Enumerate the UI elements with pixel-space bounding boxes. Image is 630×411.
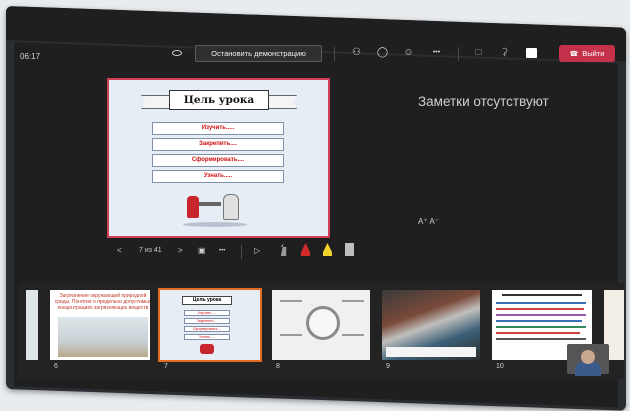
prev-slide-button[interactable]: < (117, 245, 122, 257)
slide-item: Узнать..... (152, 170, 284, 183)
grid-view-icon[interactable]: ▣ (198, 245, 206, 257)
toolbar-divider (334, 47, 335, 61)
avatar-body (575, 362, 601, 376)
current-slide: Цель урока Изучить..... Закрепить.... Сф… (107, 78, 330, 238)
participants-icon[interactable]: ⚇ (350, 47, 363, 59)
slide-title: Цель урока (169, 90, 269, 110)
toolbar-divider (458, 47, 459, 61)
mic-off-icon[interactable]: ⚳ (498, 47, 511, 59)
thumbnail-illustration (200, 344, 214, 354)
pen-color-icon[interactable] (345, 243, 354, 256)
slide-thumbnail-7[interactable]: Цель урока Изучить..... Закрепить.... Сф… (158, 288, 262, 362)
more-options-icon[interactable]: ••• (430, 47, 443, 59)
stop-presenting-button[interactable]: Остановить демонстрацию (195, 45, 322, 62)
avatar (581, 350, 595, 364)
slide-item: Изучить..... (152, 122, 284, 135)
thumbnail-text-line (496, 338, 586, 340)
clock-image (306, 306, 340, 340)
thumbnail-number: 10 (496, 363, 504, 370)
thumbnail-item: Сформировать.... (184, 326, 230, 332)
thumbnail-text-line (502, 294, 582, 296)
thumbnail-text-line (342, 334, 364, 336)
slide-item: Сформировать.... (152, 154, 284, 167)
slide-thumbnail-8[interactable] (272, 290, 370, 360)
thumbnail-item: Узнать..... (184, 334, 230, 340)
next-slide-button[interactable]: > (178, 245, 183, 257)
thumbnail-text-line (496, 332, 580, 334)
thumbnail-number: 8 (276, 363, 280, 370)
pointer-tool-icon[interactable]: ▷ (254, 245, 260, 257)
desk-figure (199, 202, 221, 206)
self-video-preview[interactable] (567, 344, 609, 376)
eye-icon[interactable] (172, 50, 182, 56)
share-screen-icon[interactable] (526, 48, 537, 58)
phone-hangup-icon: ☎ (569, 51, 579, 58)
slide-thumbnail-9[interactable] (382, 290, 480, 360)
camera-off-icon[interactable]: □ (472, 47, 485, 59)
thumbnail-text-line (342, 300, 364, 302)
slide-thumbnail-partial[interactable] (26, 290, 38, 360)
page-indicator: 7 из 41 (139, 247, 162, 254)
illustration-floor (183, 222, 247, 227)
thumbnail-number: 6 (54, 363, 58, 370)
leave-button[interactable]: ☎ Выйти (559, 45, 615, 62)
reactions-icon[interactable]: ☺ (402, 47, 415, 59)
more-slide-options[interactable]: ••• (219, 245, 225, 257)
thumbnail-text-line (496, 314, 586, 316)
slide-item: Закрепить.... (152, 138, 284, 151)
meeting-illustration (179, 192, 259, 230)
notes-empty-text: Заметки отсутствуют (418, 94, 549, 109)
thumbnail-item: Закрепить.... (184, 318, 230, 324)
white-chair-figure (223, 194, 239, 220)
thumbnail-text-line (280, 300, 302, 302)
thumbnail-title: Загрязнение окружающей природной среды. … (54, 293, 150, 311)
city-pollution-image (58, 317, 148, 357)
leave-label: Выйти (582, 49, 605, 58)
slide-thumbnail-6[interactable]: Загрязнение окружающей природной среды. … (50, 290, 150, 360)
thumbnail-text-line (496, 308, 584, 310)
meeting-time: 06:17 (20, 52, 41, 61)
thumbnail-number: 7 (164, 363, 168, 370)
thumbnail-title: Цель урока (182, 296, 232, 305)
thumbnail-number: 9 (386, 363, 390, 370)
thumbnail-caption (386, 347, 476, 357)
thumbnail-text-line (496, 326, 586, 328)
slide-title-banner: Цель урока (141, 90, 297, 114)
font-size-controls[interactable]: A⁺ A⁻ (418, 217, 439, 226)
red-chair-figure (187, 196, 199, 218)
thumbnail-text-line (280, 334, 302, 336)
thumbnail-text-line (496, 302, 586, 304)
thumbnail-item: Изучить..... (184, 310, 230, 316)
chat-icon[interactable]: ◯ (376, 47, 389, 59)
nav-divider (241, 245, 242, 259)
thumbnail-text-line (496, 320, 582, 322)
